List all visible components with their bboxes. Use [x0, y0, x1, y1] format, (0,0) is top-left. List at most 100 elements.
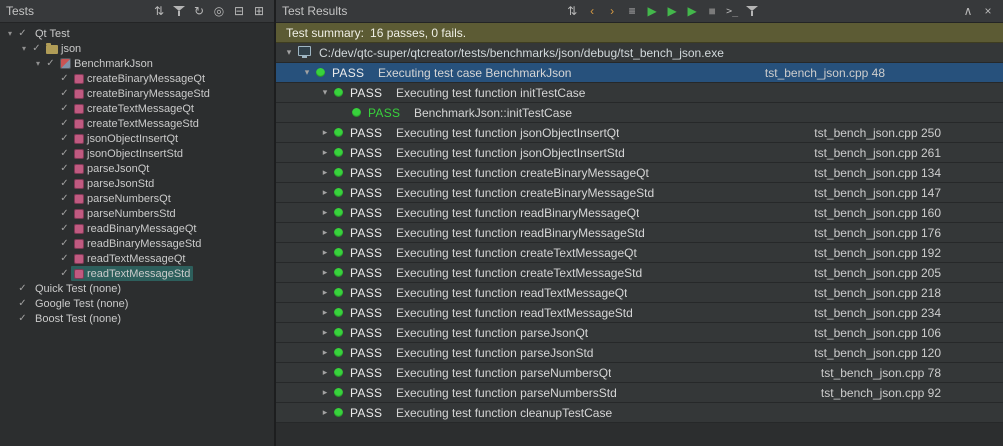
tree-item[interactable]: ✓parseJsonStd	[0, 176, 274, 191]
rescan-tests-icon[interactable]: ↻	[190, 2, 208, 20]
result-row[interactable]: ▸PASSExecuting test function cleanupTest…	[276, 403, 1003, 423]
sort-results-icon[interactable]: ⇅	[563, 2, 581, 20]
checkbox-checked-icon[interactable]: ✓	[58, 253, 71, 264]
tree-item[interactable]: ✓Quick Test (none)	[0, 281, 274, 296]
maximize-panel-icon[interactable]: ∧	[959, 2, 977, 20]
expander-icon[interactable]: ▾	[318, 87, 332, 98]
result-row[interactable]: ▸PASSExecuting test function createBinar…	[276, 163, 1003, 183]
checkbox-checked-icon[interactable]: ✓	[16, 298, 29, 309]
checkbox-checked-icon[interactable]: ✓	[30, 43, 43, 54]
result-row[interactable]: ▸PASSExecuting test function readBinaryM…	[276, 203, 1003, 223]
result-row[interactable]: ▸PASSExecuting test function createTextM…	[276, 263, 1003, 283]
filter-results-icon[interactable]	[743, 2, 761, 20]
checkbox-checked-icon[interactable]: ✓	[58, 73, 71, 84]
tree-item[interactable]: ✓readBinaryMessageStd	[0, 236, 274, 251]
tree-item[interactable]: ✓jsonObjectInsertStd	[0, 146, 274, 161]
expander-icon[interactable]: ▸	[318, 347, 332, 358]
checkbox-checked-icon[interactable]: ✓	[58, 178, 71, 189]
checkbox-checked-icon[interactable]: ✓	[58, 223, 71, 234]
result-row[interactable]: ▸PASSExecuting test function readTextMes…	[276, 283, 1003, 303]
expander-icon[interactable]: ▸	[318, 387, 332, 398]
checkbox-checked-icon[interactable]: ✓	[58, 118, 71, 129]
tree-item[interactable]: ▾✓BenchmarkJson	[0, 56, 274, 71]
expander-icon[interactable]: ▸	[318, 367, 332, 378]
expander-icon[interactable]: ▾	[4, 29, 16, 38]
tree-item-label: Qt Test	[32, 28, 70, 40]
result-row[interactable]: ▾PASSExecuting test function initTestCas…	[276, 83, 1003, 103]
sort-naturally-icon[interactable]: ⇅	[150, 2, 168, 20]
tree-item[interactable]: ✓Google Test (none)	[0, 296, 274, 311]
expander-icon[interactable]: ▾	[18, 44, 30, 53]
expander-icon[interactable]: ▾	[282, 47, 296, 58]
previous-result-icon[interactable]: ‹	[583, 2, 601, 20]
checkbox-checked-icon[interactable]: ✓	[16, 28, 29, 39]
checkbox-checked-icon[interactable]: ✓	[44, 58, 57, 69]
result-row[interactable]: ▸PASSExecuting test function jsonObjectI…	[276, 123, 1003, 143]
expander-icon[interactable]: ▸	[318, 227, 332, 238]
result-row[interactable]: ▸PASSExecuting test function parseNumber…	[276, 383, 1003, 403]
checkbox-checked-icon[interactable]: ✓	[58, 208, 71, 219]
expander-icon[interactable]: ▾	[300, 67, 314, 78]
checkbox-checked-icon[interactable]: ✓	[16, 283, 29, 294]
result-root-row[interactable]: ▾C:/dev/qtc-super/qtcreator/tests/benchm…	[276, 43, 1003, 63]
filter-tests-icon[interactable]	[170, 2, 188, 20]
run-all-tests-icon[interactable]: ▶	[643, 2, 661, 20]
result-row[interactable]: ▸PASSExecuting test function createBinar…	[276, 183, 1003, 203]
tree-item[interactable]: ✓readTextMessageStd	[0, 266, 274, 281]
tree-item[interactable]: ✓parseJsonQt	[0, 161, 274, 176]
tree-item[interactable]: ✓createTextMessageQt	[0, 101, 274, 116]
tree-item[interactable]: ✓parseNumbersStd	[0, 206, 274, 221]
expander-icon[interactable]: ▸	[318, 147, 332, 158]
tree-item[interactable]: ✓parseNumbersQt	[0, 191, 274, 206]
result-row[interactable]: ▸PASSExecuting test function createTextM…	[276, 243, 1003, 263]
result-row[interactable]: ▸PASSExecuting test function readBinaryM…	[276, 223, 1003, 243]
expander-icon[interactable]: ▸	[318, 307, 332, 318]
checkbox-checked-icon[interactable]: ✓	[16, 313, 29, 324]
tree-item[interactable]: ✓createTextMessageStd	[0, 116, 274, 131]
expander-icon[interactable]: ▸	[318, 407, 332, 418]
collapse-all-icon[interactable]: ⊟	[230, 2, 248, 20]
result-row[interactable]: ▸PASSExecuting test function readTextMes…	[276, 303, 1003, 323]
close-panel-icon[interactable]: ×	[979, 2, 997, 20]
status-label: PASS	[350, 146, 396, 160]
checkbox-checked-icon[interactable]: ✓	[58, 268, 71, 279]
result-row[interactable]: ▸PASSExecuting test function jsonObjectI…	[276, 143, 1003, 163]
console-output-icon[interactable]: >_	[723, 2, 741, 20]
checkbox-checked-icon[interactable]: ✓	[58, 163, 71, 174]
run-selected-tests-icon[interactable]: ▶	[663, 2, 681, 20]
run-selected-icon[interactable]: ◎	[210, 2, 228, 20]
expander-icon[interactable]: ▸	[318, 127, 332, 138]
tree-item[interactable]: ✓readBinaryMessageQt	[0, 221, 274, 236]
result-row[interactable]: ▸PASSExecuting test function parseJsonSt…	[276, 343, 1003, 363]
expander-icon[interactable]: ▸	[318, 247, 332, 258]
result-row[interactable]: ▾PASSExecuting test case BenchmarkJsonts…	[276, 63, 1003, 83]
tree-item[interactable]: ✓readTextMessageQt	[0, 251, 274, 266]
next-result-icon[interactable]: ›	[603, 2, 621, 20]
checkbox-checked-icon[interactable]: ✓	[58, 103, 71, 114]
tree-item[interactable]: ✓createBinaryMessageStd	[0, 86, 274, 101]
checkbox-checked-icon[interactable]: ✓	[58, 148, 71, 159]
tree-item[interactable]: ▾✓Qt Test	[0, 26, 274, 41]
tree-item[interactable]: ✓jsonObjectInsertQt	[0, 131, 274, 146]
tree-item[interactable]: ✓Boost Test (none)	[0, 311, 274, 326]
tree-item[interactable]: ▾✓json	[0, 41, 274, 56]
expand-all-icon[interactable]: ⊞	[250, 2, 268, 20]
expander-icon[interactable]: ▸	[318, 207, 332, 218]
checkbox-checked-icon[interactable]: ✓	[58, 133, 71, 144]
expander-icon[interactable]: ▸	[318, 187, 332, 198]
checkbox-checked-icon[interactable]: ✓	[58, 193, 71, 204]
tree-item[interactable]: ✓createBinaryMessageQt	[0, 71, 274, 86]
result-row[interactable]: PASSBenchmarkJson::initTestCase	[276, 103, 1003, 123]
stop-tests-icon[interactable]: ■	[703, 2, 721, 20]
expander-icon[interactable]: ▸	[318, 167, 332, 178]
checkbox-checked-icon[interactable]: ✓	[58, 238, 71, 249]
result-row[interactable]: ▸PASSExecuting test function parseNumber…	[276, 363, 1003, 383]
checkbox-checked-icon[interactable]: ✓	[58, 88, 71, 99]
run-file-tests-icon[interactable]: ▶	[683, 2, 701, 20]
result-row[interactable]: ▸PASSExecuting test function parseJsonQt…	[276, 323, 1003, 343]
expander-icon[interactable]: ▾	[32, 59, 44, 68]
expander-icon[interactable]: ▸	[318, 327, 332, 338]
expand-results-icon[interactable]: ≡	[623, 2, 641, 20]
expander-icon[interactable]: ▸	[318, 267, 332, 278]
expander-icon[interactable]: ▸	[318, 287, 332, 298]
